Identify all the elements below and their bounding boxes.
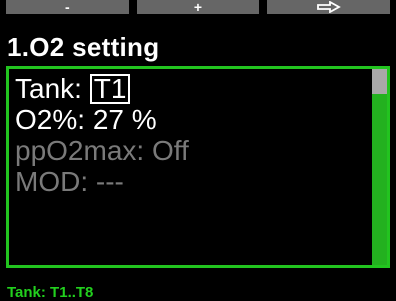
- plus-softkey-label: +: [193, 0, 203, 15]
- right-arrow-icon: [316, 1, 341, 13]
- tank-row[interactable]: Tank: T1: [15, 73, 367, 104]
- minus-softkey-label: -: [65, 0, 70, 15]
- minus-softkey[interactable]: -: [6, 0, 129, 14]
- o2-row[interactable]: O2%: 27 %: [15, 104, 367, 135]
- plus-softkey[interactable]: +: [136, 0, 260, 15]
- ppo2max-row: ppO2max: Off: [15, 135, 367, 166]
- ppo2max-value: Off: [151, 135, 189, 166]
- scrollbar-thumb[interactable]: [372, 69, 387, 94]
- page-title: 1.O2 setting: [7, 32, 160, 62]
- mod-label: MOD:: [15, 166, 89, 197]
- mod-row: MOD: ---: [15, 166, 367, 197]
- mod-value: ---: [95, 166, 124, 197]
- o2-value: 27 %: [92, 104, 157, 135]
- settings-list: Tank: T1 O2%: 27 % ppO2max: Off MOD: ---: [15, 73, 367, 197]
- tank-label: Tank:: [15, 73, 82, 104]
- softkey-bar: - +: [0, 0, 396, 28]
- ppo2max-label: ppO2max:: [15, 135, 145, 166]
- o2-label: O2%:: [15, 104, 86, 135]
- tank-value-selected[interactable]: T1: [89, 74, 131, 104]
- scrollbar[interactable]: [372, 69, 387, 265]
- footer-hint: Tank: T1..T8: [7, 284, 94, 301]
- settings-panel: Tank: T1 O2%: 27 % ppO2max: Off MOD: ---: [6, 66, 390, 268]
- next-softkey[interactable]: [267, 0, 391, 14]
